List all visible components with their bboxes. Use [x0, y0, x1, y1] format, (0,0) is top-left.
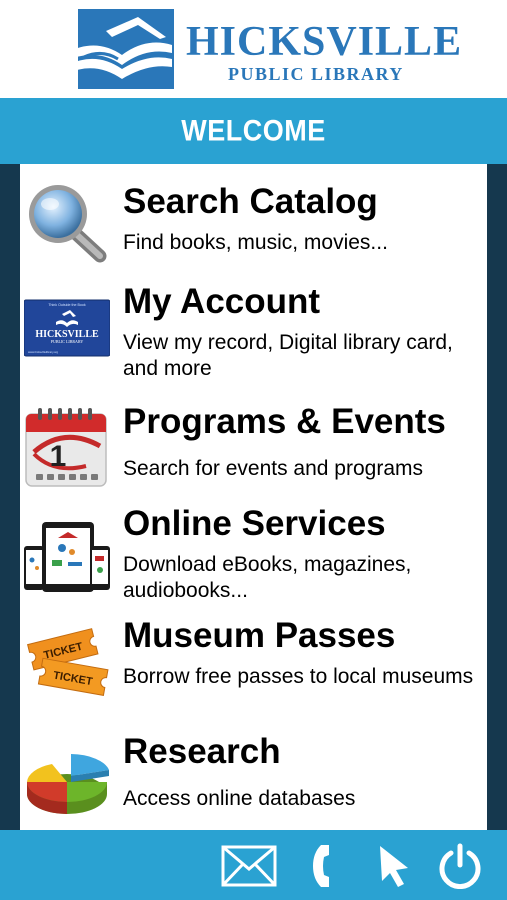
- power-icon: [439, 843, 481, 889]
- menu-item-description: Search for events and programs: [123, 457, 423, 480]
- pointer-button[interactable]: [374, 840, 414, 892]
- menu-item-my-account[interactable]: Think Outside the Book HICKSVILLE PUBLIC…: [20, 280, 487, 388]
- card-url: www.hicksvillelibrary.org: [28, 350, 59, 354]
- mail-icon: [221, 845, 277, 887]
- menu-item-description: Access online databases: [123, 787, 356, 810]
- library-card-icon: Think Outside the Book HICKSVILLE PUBLIC…: [24, 299, 110, 357]
- menu-item-research[interactable]: Research Access online databases: [20, 730, 487, 826]
- footer-toolbar: [0, 830, 507, 900]
- menu-item-title: My Account: [123, 282, 321, 321]
- phone-icon: [313, 845, 329, 887]
- menu-item-title: Museum Passes: [123, 616, 396, 655]
- calendar-icon: 1: [25, 408, 107, 487]
- app-header: HICKSVILLE PUBLIC LIBRARY: [0, 0, 507, 98]
- menu-item-search-catalog[interactable]: Search Catalog Find books, music, movies…: [20, 178, 487, 274]
- pie-chart-icon: [27, 754, 109, 814]
- menu-item-description: Download eBooks, magazines, audiobooks..…: [123, 553, 412, 602]
- logo-subtitle: PUBLIC LIBRARY: [228, 64, 404, 84]
- main-menu: Search Catalog Find books, music, movies…: [20, 164, 487, 830]
- menu-item-programs-events[interactable]: 1 Programs & Events Search for events an…: [20, 400, 487, 494]
- left-side-bar: [0, 164, 20, 830]
- devices-icon: [24, 522, 110, 592]
- library-logo-icon: [66, 9, 174, 89]
- menu-item-title: Programs & Events: [123, 402, 446, 441]
- welcome-label: WELCOME: [181, 114, 326, 147]
- logo-name: HICKSVILLE: [186, 19, 463, 65]
- library-logo-text: HICKSVILLE PUBLIC LIBRARY: [186, 19, 463, 84]
- calendar-day: 1: [50, 440, 67, 473]
- menu-item-description: Find books, music, movies...: [123, 231, 388, 254]
- menu-item-description: View my record, Digital library card, an…: [123, 331, 453, 380]
- menu-item-title: Research: [123, 732, 281, 771]
- card-sub: PUBLIC LIBRARY: [51, 339, 84, 344]
- power-button[interactable]: [436, 840, 484, 892]
- tickets-icon: TICKET TICKET: [27, 628, 109, 696]
- menu-item-title: Search Catalog: [123, 182, 378, 221]
- right-side-bar: [487, 164, 507, 830]
- menu-item-museum-passes[interactable]: TICKET TICKET Museum Passes Borrow free …: [20, 616, 487, 716]
- phone-button[interactable]: [308, 840, 344, 892]
- pointer-icon: [380, 846, 408, 887]
- card-top-text: Think Outside the Book: [48, 303, 86, 307]
- menu-item-title: Online Services: [123, 504, 386, 543]
- magnifier-icon: [29, 185, 107, 263]
- mail-button[interactable]: [220, 840, 278, 892]
- menu-item-description: Borrow free passes to local museums: [123, 665, 474, 688]
- welcome-banner: WELCOME: [0, 98, 507, 164]
- menu-item-online-services[interactable]: Online Services Download eBooks, magazin…: [20, 504, 487, 604]
